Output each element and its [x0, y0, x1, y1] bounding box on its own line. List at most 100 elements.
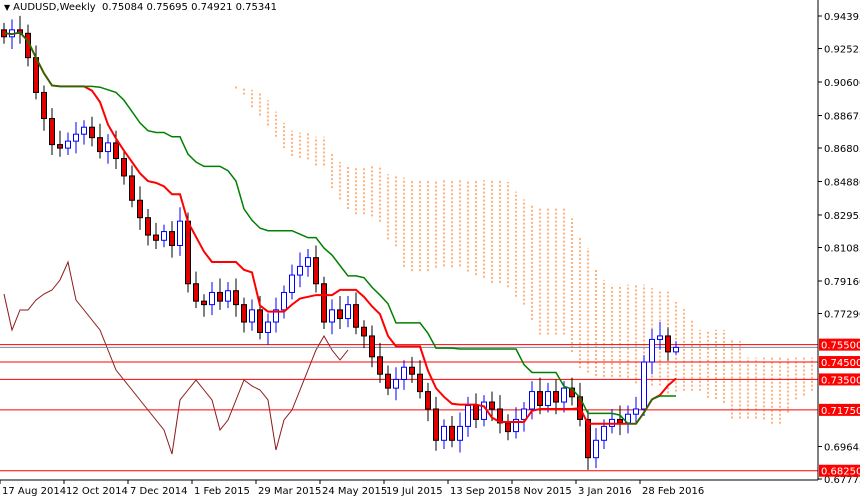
candle-up	[177, 220, 183, 246]
candle-down	[553, 391, 559, 403]
candle-down	[377, 356, 383, 375]
candle-up	[401, 366, 407, 380]
tenkan-line	[3, 31, 677, 425]
y-tick-label: 0.90600	[824, 78, 860, 89]
candle-up	[161, 231, 167, 241]
candle-down	[585, 418, 591, 459]
candle-down	[489, 401, 495, 410]
candle-up	[529, 391, 535, 410]
candle-down	[153, 234, 159, 241]
candle-up	[345, 304, 351, 320]
candle-down	[113, 142, 119, 160]
candle-up	[265, 321, 271, 333]
candle-up	[393, 378, 399, 389]
level-label: 0.73500	[821, 375, 860, 386]
candle-up	[561, 387, 567, 403]
y-tick-label: 0.86805	[824, 144, 860, 155]
candle-down	[417, 373, 423, 393]
candle-down	[433, 408, 439, 441]
candle-up	[641, 361, 647, 410]
candle-up	[545, 391, 551, 407]
x-tick-label: 3 Jan 2016	[578, 486, 632, 497]
level-label: 0.75500	[821, 341, 860, 352]
price-chart[interactable]: 0.94395 0.92525 0.90600 0.88675 0.86805 0.848…	[0, 0, 860, 498]
candle-up	[225, 290, 231, 302]
candle-up	[633, 408, 639, 415]
symbol-label: AUDUSD,Weekly	[13, 2, 96, 13]
oscillator-line	[3, 260, 349, 455]
y-tick-label: 0.92525	[824, 45, 860, 56]
candle-up	[305, 257, 311, 267]
candle-down	[665, 335, 671, 353]
candle-up	[289, 274, 295, 293]
candle-up	[329, 309, 335, 323]
level-label: 0.68250	[821, 467, 860, 478]
x-tick-label: 17 Aug 2014	[2, 486, 66, 497]
candle-up	[601, 425, 607, 441]
ohlc-readout: 0.75084 0.75695 0.74921 0.75341	[102, 2, 277, 13]
candle-down	[537, 391, 543, 407]
candle-down	[57, 144, 63, 149]
candle-down	[385, 373, 391, 389]
candle-down	[313, 257, 319, 285]
x-tick-label: 7 Dec 2014	[130, 486, 188, 497]
candle-up	[73, 133, 79, 142]
candle-down	[425, 391, 431, 410]
candle-down	[233, 290, 239, 306]
candle-up	[65, 140, 71, 149]
candle-down	[353, 304, 359, 328]
x-tick-label: 12 Oct 2014	[66, 486, 128, 497]
candle-up	[281, 291, 287, 311]
candle-down	[617, 418, 623, 424]
x-tick-label: 28 Feb 2016	[642, 486, 704, 497]
candle-up	[481, 401, 487, 420]
candle-down	[193, 283, 199, 302]
candle-down	[49, 118, 55, 146]
candle-down	[201, 300, 207, 306]
candle-up	[657, 335, 663, 340]
chart-title: ▼ AUDUSD,Weekly 0.75084 0.75695 0.74921 0…	[4, 2, 277, 13]
y-tick-label: 0.81085	[824, 244, 860, 255]
candle-down	[97, 137, 103, 153]
candle-down	[41, 91, 47, 120]
y-tick-label: 0.82955	[824, 211, 860, 222]
candle-down	[241, 304, 247, 323]
candle-down	[321, 283, 327, 323]
candle-down	[137, 199, 143, 219]
candle-up	[81, 126, 87, 135]
candle-down	[337, 309, 343, 320]
y-tick-label: 0.79160	[824, 277, 860, 288]
candle-down	[409, 366, 415, 375]
y-tick-label: 0.84880	[824, 177, 860, 188]
chart-window[interactable]: 0.94395 0.92525 0.90600 0.88675 0.86805 0.848…	[0, 0, 860, 498]
candle-up	[209, 291, 215, 306]
x-tick-label: 1 Feb 2015	[194, 486, 250, 497]
candle-up	[441, 425, 447, 441]
candle-down	[121, 158, 127, 177]
x-tick-label: 29 Mar 2015	[258, 486, 321, 497]
x-tick-label: 8 Nov 2015	[514, 486, 572, 497]
candle-down	[473, 405, 479, 420]
y-tick-label: 0.77290	[824, 310, 860, 321]
candle-down	[169, 231, 175, 246]
candle-down	[369, 335, 375, 358]
candle-down	[217, 291, 223, 302]
dropdown-arrow-icon[interactable]: ▼	[4, 3, 10, 12]
y-tick-label: 0.88675	[824, 111, 860, 122]
y-tick-label: 0.69645	[824, 442, 860, 453]
candle-down	[129, 175, 135, 201]
y-tick-label: 0.94395	[824, 12, 860, 23]
kijun-line	[3, 31, 676, 425]
candle-up	[649, 338, 655, 363]
candle-up	[105, 142, 111, 153]
candle-down	[185, 220, 191, 285]
candle-up	[297, 265, 303, 276]
candle-up	[673, 346, 679, 353]
candle-up	[249, 309, 255, 323]
x-tick-label: 19 Jul 2015	[386, 486, 443, 497]
level-label: 0.71750	[821, 406, 860, 417]
level-label: 0.74500	[821, 358, 860, 369]
candle-down	[361, 326, 367, 337]
candle-down	[257, 309, 263, 333]
candle-up	[457, 425, 463, 441]
